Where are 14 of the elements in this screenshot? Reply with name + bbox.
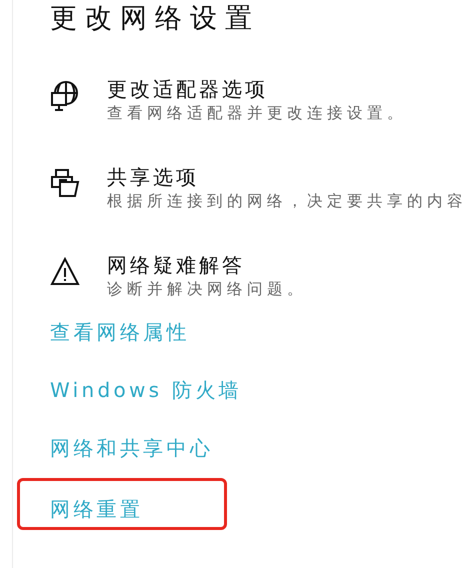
link[interactable]: Windows 防火墙 bbox=[50, 376, 242, 404]
option-description: 诊断并解决网络问题。 bbox=[107, 279, 308, 300]
link[interactable]: 网络和共享中心 bbox=[50, 434, 214, 462]
option-title[interactable]: 网络疑难解答 bbox=[107, 252, 471, 278]
option-title[interactable]: 更改适配器选项 bbox=[107, 76, 471, 102]
warning-icon bbox=[50, 256, 80, 288]
printer-folder-icon bbox=[50, 168, 80, 200]
option-title[interactable]: 共享选项 bbox=[107, 164, 471, 190]
link[interactable]: 查看网络属性 bbox=[50, 318, 190, 346]
page-title: 更改网络设置 bbox=[50, 2, 261, 36]
globe-monitor-icon bbox=[50, 80, 80, 112]
link[interactable]: 网络重置 bbox=[50, 497, 144, 521]
option-description: 根据所连接到的网络，决定要共享的内容 bbox=[107, 191, 468, 212]
option-description: 查看网络适配器并更改连接设置。 bbox=[107, 103, 408, 124]
